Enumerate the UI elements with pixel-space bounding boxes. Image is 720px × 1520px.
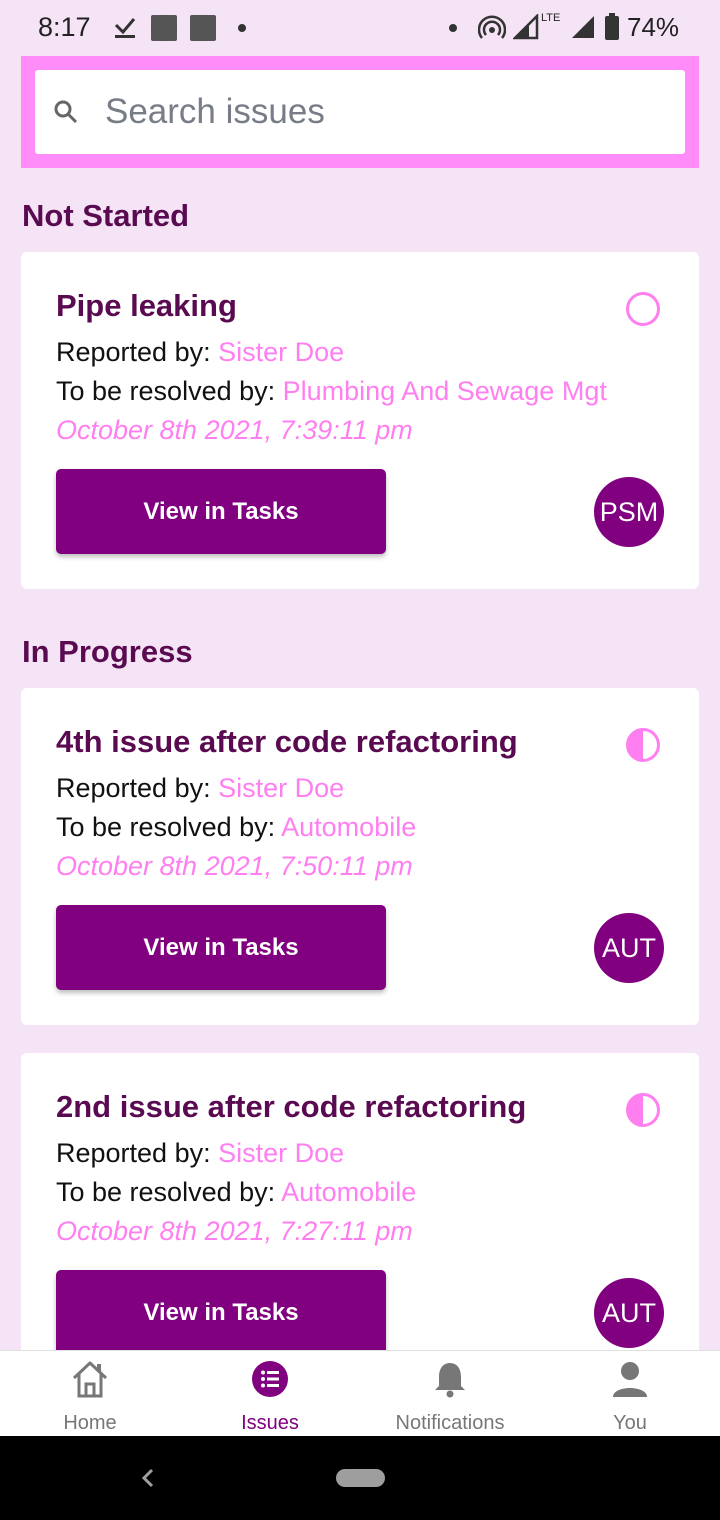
avatar: AUT	[594, 913, 664, 983]
reporter-name: Sister Doe	[218, 1138, 345, 1168]
reported-by-line: Reported by: Sister Doe	[56, 337, 344, 368]
issue-card: Pipe leaking Reported by: Sister Doe To …	[21, 252, 699, 589]
resolver-name: Automobile	[281, 812, 417, 842]
list-icon	[252, 1361, 288, 1397]
battery-icon	[605, 13, 619, 40]
hotspot-icon	[478, 15, 506, 39]
nav-label: You	[613, 1412, 647, 1434]
search-box[interactable]	[35, 70, 685, 154]
nav-item-you[interactable]: You	[540, 1351, 720, 1437]
reported-by-line: Reported by: Sister Doe	[56, 1138, 344, 1169]
section-heading-in-progress: In Progress	[22, 634, 193, 669]
nav-label: Home	[63, 1412, 117, 1434]
in-progress-status-icon	[626, 728, 660, 762]
resolver-line: To be resolved by: Automobile	[56, 812, 416, 843]
view-in-tasks-button[interactable]: View in Tasks	[56, 1270, 386, 1355]
bottom-navigation: Home Issues Notifications You	[0, 1350, 720, 1437]
view-in-tasks-button[interactable]: View in Tasks	[56, 905, 386, 990]
nav-item-notifications[interactable]: Notifications	[360, 1351, 540, 1437]
home-icon	[72, 1361, 108, 1398]
issue-title: Pipe leaking	[56, 288, 237, 323]
issue-card: 2nd issue after code refactoring Reporte…	[21, 1053, 699, 1390]
resolver-label: To be resolved by:	[56, 812, 276, 842]
issue-date: October 8th 2021, 7:39:11 pm	[56, 415, 413, 445]
resolver-name: Plumbing And Sewage Mgt	[282, 376, 607, 406]
system-navigation-bar	[0, 1436, 720, 1520]
download-done-icon	[114, 18, 136, 38]
status-bar: 8:17 LTE 74%	[0, 0, 720, 56]
not-started-status-icon	[626, 292, 660, 326]
issue-card: 4th issue after code refactoring Reporte…	[21, 688, 699, 1025]
issue-date: October 8th 2021, 7:50:11 pm	[56, 851, 413, 881]
issue-title: 2nd issue after code refactoring	[56, 1089, 527, 1124]
nav-item-issues[interactable]: Issues	[180, 1351, 360, 1437]
network-type: LTE	[541, 12, 561, 24]
section-heading-not-started: Not Started	[22, 198, 190, 233]
issue-date: October 8th 2021, 7:27:11 pm	[56, 1216, 413, 1246]
search-icon	[54, 100, 78, 124]
more-notifications-icon	[238, 24, 246, 32]
nav-label: Notifications	[395, 1412, 505, 1434]
home-pill[interactable]	[336, 1469, 385, 1487]
resolver-line: To be resolved by: Plumbing And Sewage M…	[56, 376, 607, 407]
reported-by-line: Reported by: Sister Doe	[56, 773, 344, 804]
resolver-label: To be resolved by:	[56, 376, 276, 406]
resolver-name: Automobile	[281, 1177, 417, 1207]
reported-by-label: Reported by:	[56, 337, 211, 367]
notification-icon	[190, 15, 216, 41]
reporter-name: Sister Doe	[218, 773, 345, 803]
view-in-tasks-button[interactable]: View in Tasks	[56, 469, 386, 554]
signal-icon	[513, 14, 539, 40]
in-progress-status-icon	[626, 1093, 660, 1127]
dot-icon	[449, 24, 457, 32]
bell-icon	[435, 1363, 465, 1398]
reported-by-label: Reported by:	[56, 1138, 211, 1168]
battery-level: 74%	[627, 12, 680, 42]
resolver-line: To be resolved by: Automobile	[56, 1177, 416, 1208]
avatar: PSM	[594, 477, 664, 547]
issue-title: 4th issue after code refactoring	[56, 724, 518, 759]
search-bar	[21, 56, 699, 168]
status-time: 8:17	[38, 12, 91, 42]
person-icon	[613, 1362, 647, 1397]
resolver-label: To be resolved by:	[56, 1177, 276, 1207]
avatar: AUT	[594, 1278, 664, 1348]
reported-by-label: Reported by:	[56, 773, 211, 803]
back-icon[interactable]	[138, 1466, 158, 1490]
signal-icon	[572, 16, 594, 38]
reporter-name: Sister Doe	[218, 337, 345, 367]
search-input[interactable]	[105, 70, 665, 154]
nav-item-home[interactable]: Home	[0, 1351, 180, 1437]
nav-label: Issues	[241, 1412, 299, 1434]
notification-icon	[151, 15, 177, 41]
